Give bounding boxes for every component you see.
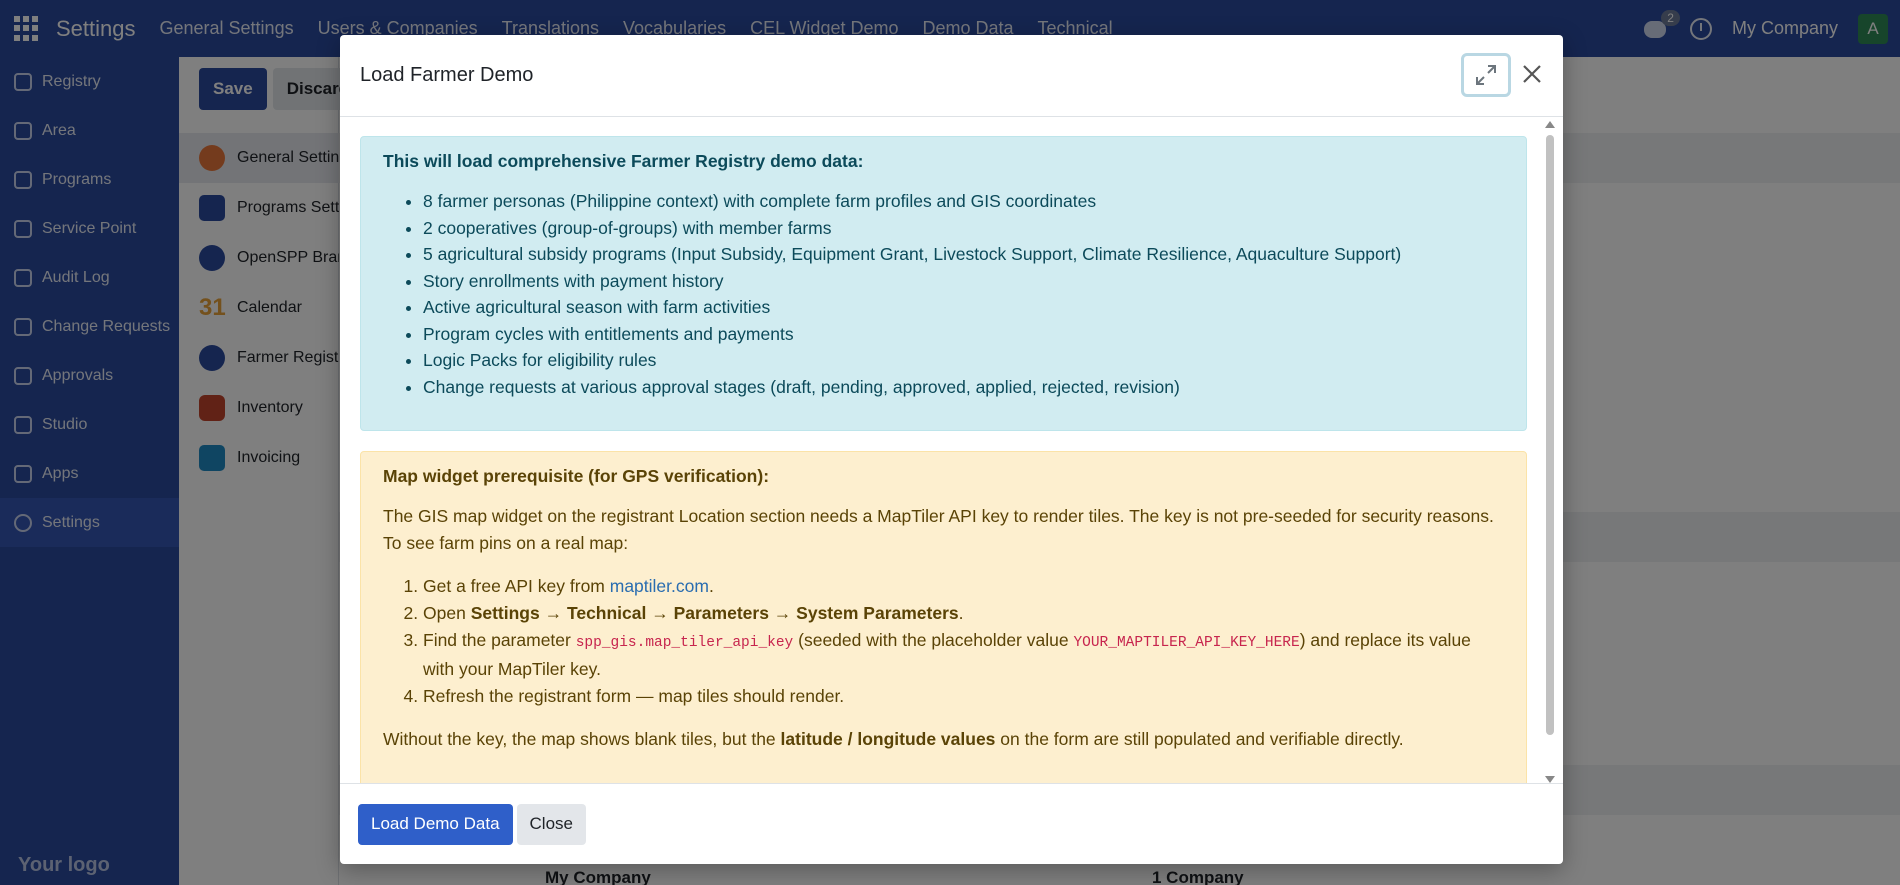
scroll-up-arrow-icon[interactable] [1545,121,1555,128]
settings-path: Settings → Technical → Parameters → Syst… [470,602,959,623]
step-4: Refresh the registrant form — map tiles … [423,683,1504,710]
scroll-thumb[interactable] [1546,135,1554,735]
step-2: Open Settings → Technical → Parameters →… [423,600,1504,627]
close-dialog-button[interactable]: Close [516,803,586,845]
placeholder-value: YOUR_MAPTILER_API_KEY_HERE [1073,634,1300,651]
list-item: 5 agricultural subsidy programs (Input S… [423,241,1504,268]
load-demo-data-button[interactable]: Load Demo Data [358,803,513,845]
list-item: 8 farmer personas (Philippine context) w… [423,188,1504,215]
close-icon [1523,65,1541,83]
setup-steps: Get a free API key from maptiler.com. Op… [383,573,1504,710]
warning-alert: Map widget prerequisite (for GPS verific… [360,451,1527,783]
modal-scrollbar[interactable] [1545,121,1555,783]
load-farmer-demo-dialog: Load Farmer Demo This will load comprehe… [340,35,1563,864]
modal-header: Load Farmer Demo [340,35,1563,117]
list-item: Active agricultural season with farm act… [423,294,1504,321]
modal-footer: Load Demo Data Close [340,783,1563,864]
warning-outro: Without the key, the map shows blank til… [383,728,1404,749]
list-item: Logic Packs for eligibility rules [423,347,1504,374]
expand-button[interactable] [1461,53,1511,97]
warning-intro: The GIS map widget on the registrant Loc… [383,506,1494,553]
modal-title: Load Farmer Demo [360,64,534,86]
step-3: Find the parameter spp_gis.map_tiler_api… [423,627,1504,684]
close-button[interactable] [1517,59,1547,89]
demo-data-list: 8 farmer personas (Philippine context) w… [383,188,1504,400]
list-item: Story enrollments with payment history [423,268,1504,295]
parameter-name: spp_gis.map_tiler_api_key [575,634,794,651]
step-1: Get a free API key from maptiler.com. [423,573,1504,600]
modal-body: This will load comprehensive Farmer Regi… [340,117,1563,783]
list-item: Change requests at various approval stag… [423,374,1504,401]
maptiler-link[interactable]: maptiler.com [610,576,709,596]
warning-heading: Map widget prerequisite (for GPS verific… [383,466,770,486]
expand-icon [1476,65,1496,85]
info-alert: This will load comprehensive Farmer Regi… [360,136,1527,431]
list-item: 2 cooperatives (group-of-groups) with me… [423,215,1504,242]
info-heading: This will load comprehensive Farmer Regi… [383,151,864,171]
scroll-down-arrow-icon[interactable] [1545,776,1555,783]
list-item: Program cycles with entitlements and pay… [423,321,1504,348]
